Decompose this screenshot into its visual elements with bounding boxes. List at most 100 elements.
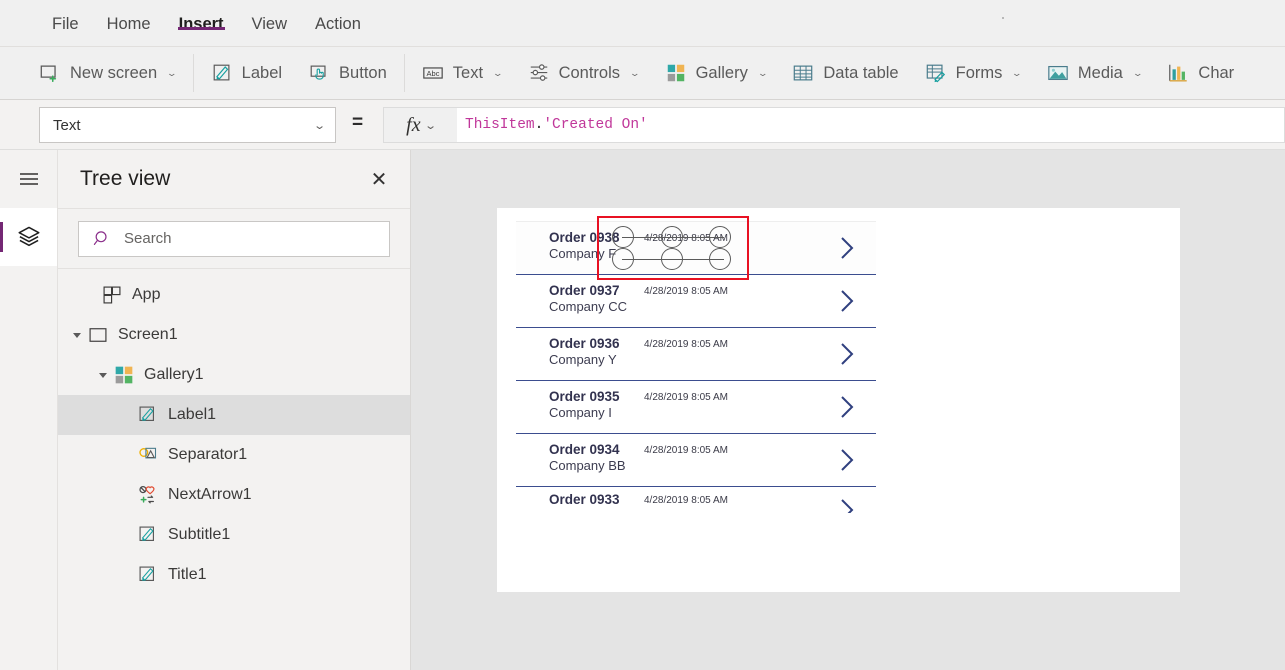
ribbon-text-button[interactable]: Abc Text ⌄ xyxy=(409,53,515,93)
tree-item-screen1[interactable]: Screen1 xyxy=(58,315,410,355)
tree-item-label: App xyxy=(132,286,161,303)
gallery-icon xyxy=(667,64,684,82)
hamburger-menu-button[interactable] xyxy=(0,150,57,208)
chevron-down-icon: ⌄ xyxy=(166,67,178,78)
gallery-row-text: Order 0935 Company I xyxy=(549,389,644,420)
next-arrow-icon xyxy=(139,485,155,504)
resize-handle-top-right[interactable] xyxy=(709,226,731,248)
tree-item-label: Separator1 xyxy=(168,446,248,463)
tree-item-nextarrow1[interactable]: NextArrow1 xyxy=(58,475,410,515)
formula-token-identifier: ThisItem xyxy=(465,117,535,133)
property-select-value: Text xyxy=(53,116,81,134)
menu-bar: File Home Insert View Action xyxy=(0,0,1285,47)
insert-ribbon: New screen ⌄ Label Button Abc Text ⌄ Con… xyxy=(0,47,1285,100)
ribbon-data-table-button[interactable]: Data table xyxy=(779,53,911,93)
search-icon xyxy=(93,231,107,245)
chevron-right-icon[interactable] xyxy=(836,235,858,261)
app-canvas-area: Order 0938 Company F 4/28/2019 8:05 AM O… xyxy=(411,150,1285,670)
gallery-row[interactable]: Order 0936 Company Y 4/28/2019 8:05 AM xyxy=(516,328,876,381)
forms-icon xyxy=(926,64,945,83)
tree-item-separator1[interactable]: Separator1 xyxy=(58,435,410,475)
chevron-right-icon[interactable] xyxy=(836,288,858,314)
tree-item-label1[interactable]: Label1 xyxy=(58,395,410,435)
media-icon xyxy=(1048,65,1068,81)
menu-item-action[interactable]: Action xyxy=(301,0,375,34)
tree-view-header: Tree view ✕ xyxy=(58,150,410,209)
data-table-icon xyxy=(794,65,813,81)
controls-sliders-icon xyxy=(530,64,547,81)
tree-item-label: Gallery1 xyxy=(144,366,204,383)
chevron-down-icon: ⌄ xyxy=(312,119,326,132)
gallery-row[interactable]: Order 0935 Company I 4/28/2019 8:05 AM xyxy=(516,381,876,434)
ribbon-forms-button[interactable]: Forms ⌄ xyxy=(912,53,1034,93)
ribbon-text-label: Text xyxy=(452,63,484,82)
ribbon-controls-label: Controls xyxy=(558,63,621,82)
menu-bar-items: File Home Insert View Action xyxy=(0,0,1285,47)
decorative-dot xyxy=(1002,17,1004,19)
gallery-row-date: 4/28/2019 8:05 AM xyxy=(644,445,728,456)
search-input[interactable]: Search xyxy=(78,220,390,257)
ribbon-items: New screen ⌄ Label Button Abc Text ⌄ Con… xyxy=(0,47,1285,99)
ribbon-gallery-button[interactable]: Gallery ⌄ xyxy=(652,53,780,93)
ribbon-controls-button[interactable]: Controls ⌄ xyxy=(515,53,652,93)
formula-input[interactable]: ThisItem. 'Created On' xyxy=(457,107,1285,143)
resize-handle-bottom-left[interactable] xyxy=(612,248,634,270)
label-icon xyxy=(139,526,154,542)
tree-view-layers-icon xyxy=(17,226,40,247)
charts-icon xyxy=(1169,64,1188,82)
resize-handle-top-center[interactable] xyxy=(661,226,683,248)
ribbon-forms-label: Forms xyxy=(955,63,1003,82)
chevron-expanded-icon[interactable] xyxy=(98,370,108,380)
gallery-row-title: Order 0935 xyxy=(549,389,620,404)
gallery-row-text: Order 0936 Company Y xyxy=(549,336,644,367)
label-icon xyxy=(139,566,154,582)
left-icon-rail xyxy=(0,150,58,670)
gallery-row[interactable]: Order 0933 4/28/2019 8:05 AM xyxy=(516,487,876,513)
gallery-row[interactable]: Order 0934 Company BB 4/28/2019 8:05 AM xyxy=(516,434,876,487)
tree-item-app[interactable]: App xyxy=(58,275,410,315)
menu-item-view[interactable]: View xyxy=(238,0,301,34)
gallery-icon xyxy=(115,366,133,384)
tree-view-title: Tree view xyxy=(80,167,171,190)
tree-item-label: Subtitle1 xyxy=(168,526,231,543)
ribbon-media-button[interactable]: Media ⌄ xyxy=(1034,53,1155,93)
tree-item-label: NextArrow1 xyxy=(168,486,252,503)
rail-item-tree-view[interactable] xyxy=(0,208,57,266)
gallery-row[interactable]: Order 0937 Company CC 4/28/2019 8:05 AM xyxy=(516,275,876,328)
chevron-right-icon[interactable] xyxy=(836,497,858,513)
close-icon[interactable]: ✕ xyxy=(364,164,394,194)
tree-item-label: Title1 xyxy=(168,566,207,583)
resize-handle-bottom-center[interactable] xyxy=(661,248,683,270)
resize-handle-top-left[interactable] xyxy=(612,226,634,248)
tree-item-label: Label1 xyxy=(168,406,217,423)
ribbon-divider xyxy=(403,54,405,92)
gallery-row-date: 4/28/2019 8:05 AM xyxy=(644,286,728,297)
tree-item-title1[interactable]: Title1 xyxy=(58,555,410,595)
property-select-dropdown[interactable]: Text ⌄ xyxy=(39,107,336,143)
formula-token-dot: . xyxy=(534,117,544,133)
gallery-row-title: Order 0936 xyxy=(549,336,620,351)
fx-button[interactable]: fx ⌄ xyxy=(383,107,457,143)
tree-item-subtitle1[interactable]: Subtitle1 xyxy=(58,515,410,555)
ribbon-button-button[interactable]: Button xyxy=(295,53,400,93)
svg-text:Abc: Abc xyxy=(426,69,439,78)
menu-item-insert[interactable]: Insert xyxy=(165,0,238,34)
chevron-expanded-icon[interactable] xyxy=(72,330,82,340)
chevron-right-icon[interactable] xyxy=(836,394,858,420)
gallery-row-title: Order 0937 xyxy=(549,283,620,298)
hamburger-menu-icon xyxy=(19,173,38,185)
ribbon-label-button[interactable]: Label xyxy=(198,53,295,93)
chevron-right-icon[interactable] xyxy=(836,341,858,367)
tree-view-list: App Screen1 Gallery1 Label1 Separator1 N… xyxy=(58,269,410,595)
gallery-row-text: Order 0937 Company CC xyxy=(549,283,644,314)
menu-item-home[interactable]: Home xyxy=(93,0,165,34)
resize-handle-bottom-right[interactable] xyxy=(709,248,731,270)
chevron-right-icon[interactable] xyxy=(836,447,858,473)
gallery-row-subtitle: Company I xyxy=(549,405,612,420)
gallery-row-date: 4/28/2019 8:05 AM xyxy=(644,392,728,403)
tree-item-gallery1[interactable]: Gallery1 xyxy=(58,355,410,395)
ribbon-new-screen-button[interactable]: New screen ⌄ xyxy=(26,53,189,93)
ribbon-charts-button[interactable]: Char xyxy=(1154,53,1247,93)
menu-item-file[interactable]: File xyxy=(38,0,93,34)
chevron-down-icon: ⌄ xyxy=(492,67,504,78)
